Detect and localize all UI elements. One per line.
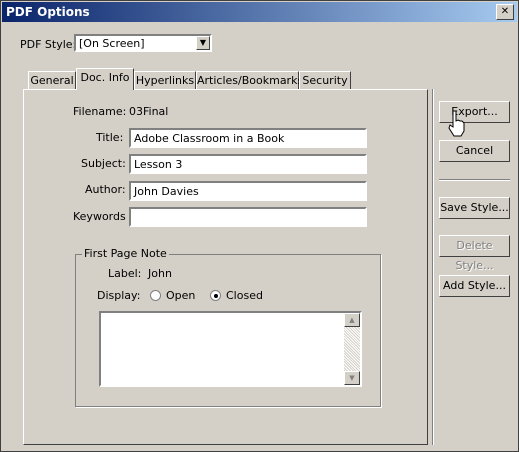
display-open-label[interactable]: Open <box>166 289 195 302</box>
author-field-value: John Davies <box>134 185 199 198</box>
chevron-down-icon[interactable]: ▼ <box>196 36 210 50</box>
pdf-options-dialog: PDF Options ✕ PDF Style: [On Screen] ▼ G… <box>0 0 519 452</box>
button-separator <box>439 179 510 181</box>
display-label: Display: <box>97 289 141 302</box>
first-page-note-legend: First Page Note <box>82 247 169 260</box>
note-scrollbar[interactable]: ▲ ▼ <box>344 313 360 385</box>
save-style-button[interactable]: Save Style... <box>439 197 510 219</box>
vertical-divider <box>432 89 434 445</box>
subject-field[interactable]: Lesson 3 <box>129 154 367 174</box>
keywords-field[interactable] <box>129 207 367 227</box>
tab-general[interactable]: General <box>28 71 76 89</box>
delete-style-button[interactable]: Delete Style... <box>439 235 510 272</box>
pdf-style-value: [On Screen] <box>79 37 145 50</box>
tab-hyperlinks[interactable]: Hyperlinks <box>134 71 196 89</box>
title-label: Title: <box>96 131 124 144</box>
cancel-button[interactable]: Cancel <box>439 140 510 162</box>
display-open-radio[interactable] <box>150 290 161 301</box>
title-field[interactable]: Adobe Classroom in a Book <box>129 128 367 148</box>
display-closed-label[interactable]: Closed <box>226 289 263 302</box>
tab-articles-bookmarks[interactable]: Articles/Bookmarks <box>196 71 303 89</box>
scroll-down-icon[interactable]: ▼ <box>344 371 360 385</box>
tab-security[interactable]: Security <box>299 71 351 89</box>
add-style-button[interactable]: Add Style... <box>439 275 510 297</box>
pdf-style-select[interactable]: [On Screen] ▼ <box>74 34 212 52</box>
subject-label: Subject: <box>81 157 126 170</box>
hand-cursor-icon <box>448 110 465 137</box>
note-label-label: Label: <box>108 267 142 280</box>
author-label: Author: <box>85 183 126 196</box>
author-field[interactable]: John Davies <box>129 181 367 201</box>
window-title: PDF Options <box>6 5 90 19</box>
note-textarea[interactable]: ▲ ▼ <box>99 311 362 387</box>
filename-value: 03Final <box>129 105 169 118</box>
display-closed-radio[interactable] <box>210 290 221 301</box>
keywords-label: Keywords <box>73 210 126 223</box>
scroll-up-icon[interactable]: ▲ <box>344 313 360 327</box>
title-field-value: Adobe Classroom in a Book <box>134 132 285 145</box>
subject-field-value: Lesson 3 <box>134 158 183 171</box>
pdf-style-label: PDF Style: <box>20 38 77 51</box>
tab-doc-info[interactable]: Doc. Info <box>76 68 134 90</box>
radio-selected-dot <box>214 294 218 298</box>
title-bar[interactable]: PDF Options ✕ <box>2 2 517 22</box>
note-label-value: John <box>148 267 172 280</box>
filename-label: Filename: <box>73 105 127 118</box>
close-button[interactable]: ✕ <box>496 4 514 20</box>
